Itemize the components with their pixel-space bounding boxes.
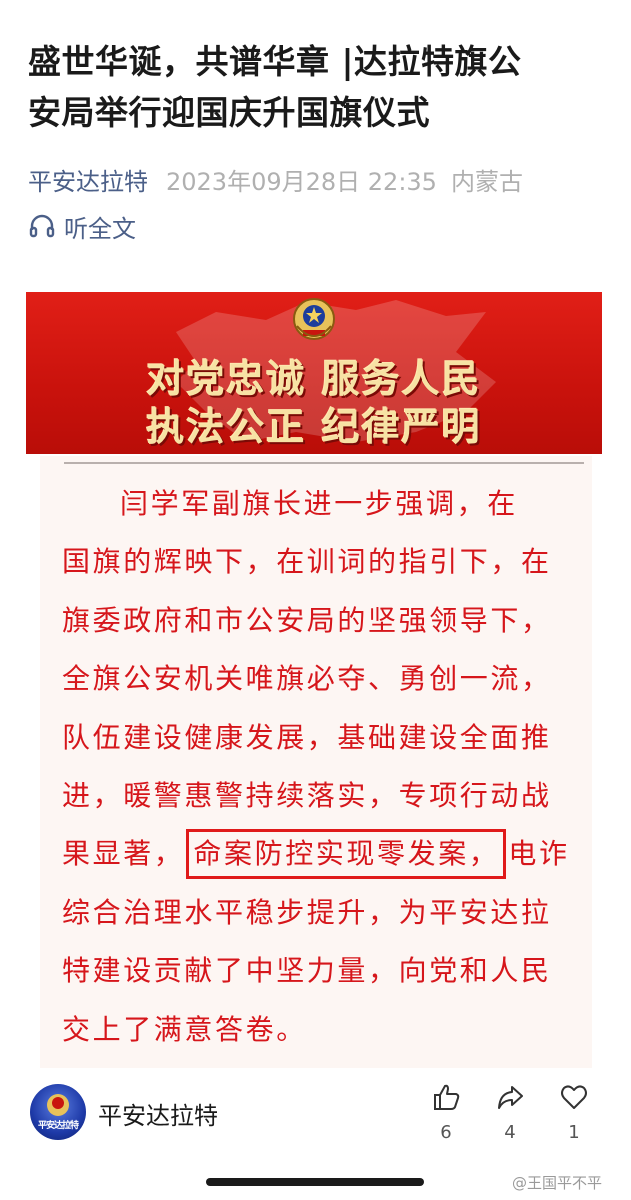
body-line: 国旗的辉映下，在训词的指引下，在 [62, 545, 552, 579]
article-page: 盛世华诞，共谱华章 |达拉特旗公 安局举行迎国庆升国旗仪式 平安达拉特 2023… [0, 0, 631, 1200]
banner-slogan-line-1: 对党忠诚 服务人民 [146, 356, 482, 401]
publish-date: 2023年09月28日 22:35 [166, 167, 437, 196]
account-name[interactable]: 平安达拉特 [98, 1096, 218, 1131]
body-line: 队伍建设健康发展，基础建设全面推 [62, 720, 552, 754]
body-line-with-highlight: 果显著， 命案防控实现零发案， 电诈 [62, 825, 574, 883]
avatar-text: 平安达拉特 [37, 1121, 79, 1131]
publish-region: 内蒙古 [450, 167, 523, 196]
body-line: 旗委政府和市公安局的坚强领导下， [62, 603, 552, 637]
weibo-watermark: @王国平不平 [512, 1174, 603, 1192]
body-line: 闫学军副旗长进一步强调，在 [120, 487, 518, 520]
source-account-link[interactable]: 平安达拉特 [28, 162, 148, 197]
body-text-fragment: 电诈 [508, 837, 570, 871]
like-count: 6 [440, 1122, 452, 1143]
body-line: 交上了满意答卷。 [62, 1012, 307, 1046]
listen-label: 听全文 [64, 214, 136, 243]
article-divider [64, 462, 584, 464]
body-text-fragment: 果显著， [62, 837, 185, 871]
like-button[interactable]: 6 [424, 1082, 468, 1143]
favorite-count: 1 [568, 1122, 580, 1143]
article-title-line-1: 盛世华诞，共谱华章 |达拉特旗公 [28, 42, 522, 81]
thumbs-up-icon [434, 1084, 460, 1110]
banner-slogan-line-2: 执法公正 纪律严明 [146, 404, 482, 449]
body-line: 特建设贡献了中坚力量，向党和人民 [62, 954, 552, 988]
share-arrow-icon [498, 1086, 523, 1109]
share-count: 4 [504, 1122, 516, 1143]
favorite-button[interactable]: 1 [552, 1082, 596, 1143]
emblem-icon [47, 1094, 69, 1116]
share-button[interactable]: 4 [488, 1082, 532, 1143]
headphone-icon [28, 212, 56, 240]
listen-full-text-button[interactable]: 听全文 [28, 208, 136, 244]
account-avatar[interactable]: 平安达拉特 [30, 1084, 86, 1140]
article-meta: 平安达拉特 2023年09月28日 22:35 内蒙古 [28, 162, 523, 196]
police-emblem-icon [293, 298, 335, 340]
article-title: 盛世华诞，共谱华章 |达拉特旗公 安局举行迎国庆升国旗仪式 [28, 36, 613, 138]
heart-icon [561, 1085, 587, 1109]
home-indicator[interactable] [206, 1178, 424, 1186]
article-body-text: 闫学军副旗长进一步强调，在 国旗的辉映下，在训词的指引下，在 旗委政府和市公安局… [62, 475, 574, 1059]
article-title-line-2: 安局举行迎国庆升国旗仪式 [28, 93, 430, 132]
highlighted-phrase: 命案防控实现零发案， [186, 829, 507, 880]
body-line: 综合治理水平稳步提升，为平安达拉 [62, 895, 552, 929]
body-line: 全旗公安机关唯旗必夺、勇创一流， [62, 662, 552, 696]
body-line: 进，暖警惠警持续落实，专项行动战 [62, 778, 552, 812]
slogan-banner-image: 对党忠诚 服务人民 执法公正 纪律严明 [26, 292, 602, 454]
